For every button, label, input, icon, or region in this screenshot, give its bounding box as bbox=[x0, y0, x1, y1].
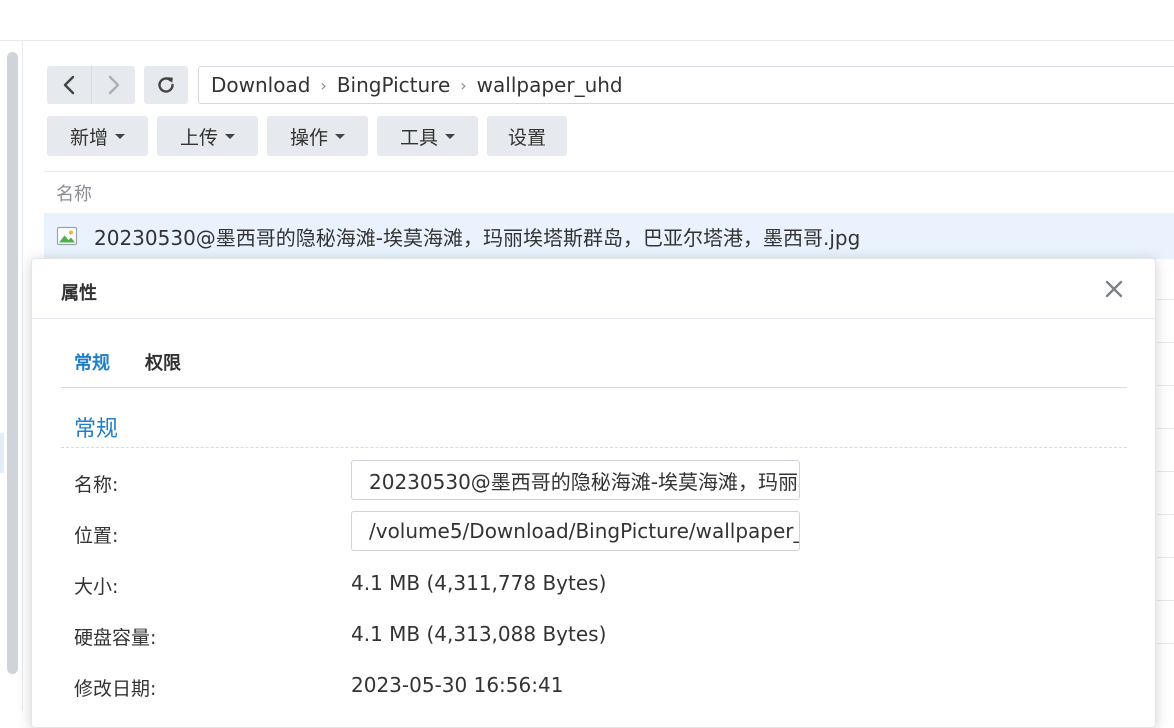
dialog-tabs: 常规 权限 bbox=[61, 337, 1127, 388]
section-divider bbox=[61, 447, 1127, 448]
chevron-right-icon: › bbox=[460, 75, 467, 95]
upload-label: 上传 bbox=[179, 126, 218, 149]
forward-button[interactable] bbox=[91, 66, 135, 104]
breadcrumb-item-wallpaper[interactable]: wallpaper_uhd bbox=[477, 73, 623, 97]
toolbar: 新增 上传 操作 工具 设置 bbox=[47, 116, 567, 156]
tools-button[interactable]: 工具 bbox=[377, 116, 478, 156]
chevron-right-icon bbox=[108, 75, 119, 95]
file-list-rows bbox=[1157, 259, 1174, 711]
refresh-icon bbox=[158, 77, 174, 93]
action-label: 操作 bbox=[289, 126, 328, 149]
tab-permissions[interactable]: 权限 bbox=[145, 349, 181, 375]
chevron-right-icon: › bbox=[320, 75, 327, 95]
settings-label: 设置 bbox=[507, 126, 546, 149]
column-header-label: 名称 bbox=[56, 183, 92, 205]
vertical-scrollbar[interactable] bbox=[7, 52, 18, 674]
refresh-button[interactable] bbox=[144, 66, 188, 104]
create-button[interactable]: 新增 bbox=[47, 116, 148, 156]
location-label: 位置: bbox=[74, 525, 119, 547]
breadcrumb-item-bingpicture[interactable]: BingPicture bbox=[337, 73, 450, 97]
properties-dialog: 属性 常规 权限 常规 名称: 20230530@墨西哥的隐秘海滩-埃莫海滩，玛… bbox=[31, 258, 1156, 728]
size-value: 4.1 MB (4,311,778 Bytes) bbox=[351, 571, 607, 595]
left-panel-selection-mark bbox=[0, 433, 4, 473]
tab-general[interactable]: 常规 bbox=[74, 349, 110, 375]
file-name: 20230530@墨西哥的隐秘海滩-埃莫海滩，玛丽埃塔斯群岛，巴亚尔塔港，墨西哥… bbox=[94, 225, 861, 250]
dialog-title: 属性 bbox=[61, 283, 97, 304]
disk-usage-label: 硬盘容量: bbox=[74, 627, 157, 649]
breadcrumb: Download › BingPicture › wallpaper_uhd bbox=[198, 66, 1174, 104]
caret-down-icon bbox=[335, 133, 345, 139]
location-field[interactable]: /volume5/Download/BingPicture/wallpaper_… bbox=[351, 511, 800, 551]
modified-date-label: 修改日期: bbox=[74, 678, 157, 700]
caret-down-icon bbox=[115, 133, 125, 139]
dialog-header: 属性 bbox=[32, 259, 1155, 319]
caret-down-icon bbox=[445, 133, 455, 139]
column-header-name[interactable]: 名称 bbox=[44, 171, 1174, 213]
disk-usage-value: 4.1 MB (4,313,088 Bytes) bbox=[351, 622, 607, 646]
caret-down-icon bbox=[225, 133, 235, 139]
name-field[interactable]: 20230530@墨西哥的隐秘海滩-埃莫海滩，玛丽埃塔斯群岛，巴亚尔塔港，墨西哥… bbox=[351, 460, 800, 500]
action-button[interactable]: 操作 bbox=[267, 116, 368, 156]
close-button[interactable] bbox=[1102, 277, 1126, 301]
file-row-selected[interactable]: 20230530@墨西哥的隐秘海滩-埃莫海滩，玛丽埃塔斯群岛，巴亚尔塔港，墨西哥… bbox=[44, 213, 1174, 259]
upload-button[interactable]: 上传 bbox=[157, 116, 258, 156]
image-file-icon bbox=[56, 226, 78, 246]
chevron-left-icon bbox=[63, 75, 75, 95]
section-title: 常规 bbox=[74, 417, 119, 442]
name-label: 名称: bbox=[74, 474, 119, 496]
top-bar bbox=[0, 0, 1174, 41]
close-icon bbox=[1105, 280, 1123, 298]
tools-label: 工具 bbox=[399, 126, 438, 149]
settings-button[interactable]: 设置 bbox=[487, 116, 567, 156]
breadcrumb-item-download[interactable]: Download bbox=[211, 73, 310, 97]
back-button[interactable] bbox=[47, 66, 91, 104]
create-label: 新增 bbox=[69, 126, 108, 149]
size-label: 大小: bbox=[74, 576, 119, 598]
navigation-buttons bbox=[47, 66, 135, 104]
modified-date-value: 2023-05-30 16:56:41 bbox=[351, 673, 564, 697]
